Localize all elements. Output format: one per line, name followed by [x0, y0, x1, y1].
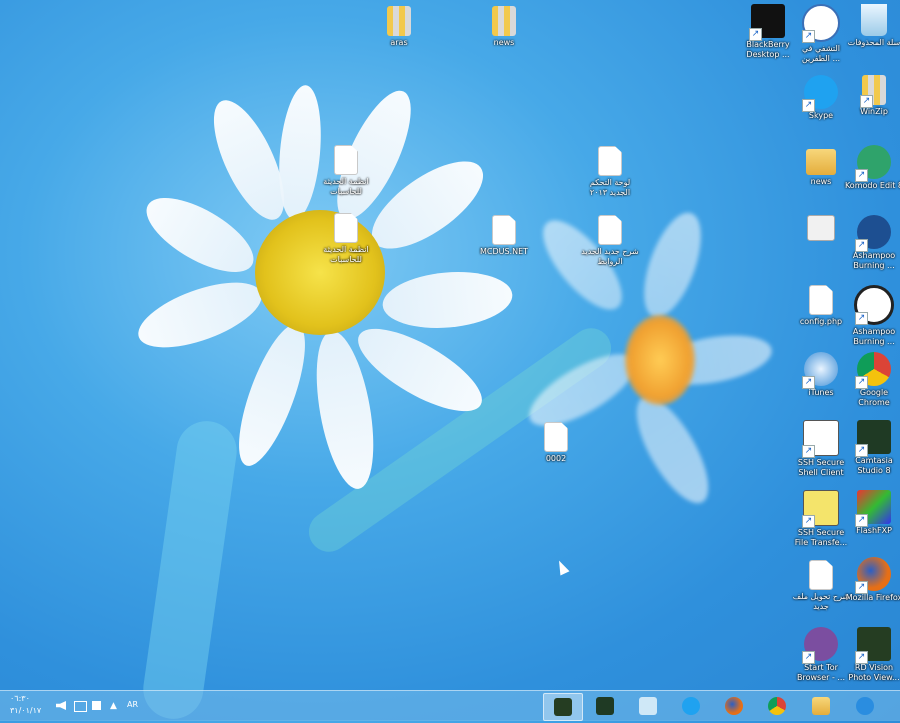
rdvision-icon — [554, 698, 572, 716]
taskbar-explorer-button[interactable] — [802, 693, 840, 719]
mcdus-icon[interactable]: MCDUS.NET — [473, 215, 535, 257]
zip-glyph — [492, 6, 516, 36]
notepad-icon — [639, 697, 657, 715]
taskbar-firefox-button[interactable] — [715, 693, 753, 719]
winzip-icon[interactable]: WinZip — [843, 75, 900, 117]
icon-label: لوحة التحكم الجديد ٢٠١٣ — [589, 178, 631, 197]
icon-label: news — [493, 38, 515, 47]
taskbar: ٠٦:٣٠ ٣١/٠١/١٧ ▲ AR — [0, 690, 900, 721]
recycle-bin-glyph — [861, 4, 887, 36]
arabic-shortcut-glyph — [802, 4, 840, 43]
icon-label: Mozilla Firefox — [845, 593, 900, 602]
ssh-client-glyph — [802, 420, 839, 458]
document-glyph — [492, 215, 516, 245]
language-indicator[interactable]: AR — [127, 700, 138, 709]
icon-label: aras — [390, 38, 408, 47]
icon-label: RD Vision Photo View... — [848, 663, 900, 682]
camtasia-glyph — [855, 420, 891, 457]
doc-arabic-1-icon[interactable]: انظمة الحديثة للحاسبات — [315, 145, 377, 197]
chrome-icon — [768, 697, 786, 715]
icon-label: Google Chrome — [858, 388, 890, 407]
folder-icon — [812, 697, 830, 715]
wallpaper — [0, 0, 900, 723]
rdvision-glyph — [855, 627, 891, 664]
doc-arabic-4-icon[interactable]: شرح جديد الجديد الروابط — [579, 215, 641, 267]
tor-glyph — [802, 627, 838, 664]
news-zip-icon[interactable]: news — [473, 6, 535, 48]
taskbar-camtasia-button[interactable] — [586, 693, 624, 719]
clock-date[interactable]: ٣١/٠١/١٧ — [10, 706, 41, 715]
komodo-icon[interactable]: Komodo Edit 8 — [843, 145, 900, 191]
icon-label: MCDUS.NET — [479, 247, 529, 256]
text-file-glyph — [807, 215, 835, 241]
document-glyph — [809, 560, 833, 590]
taskbar-notepad-button[interactable] — [629, 693, 667, 719]
icon-label: انظمة الحديثة للحاسبات — [323, 245, 369, 264]
camtasia-icon — [596, 697, 614, 715]
icon-label: Ashampoo Burning ... — [852, 327, 896, 346]
icon-label: Ashampoo Burning ... — [852, 251, 896, 270]
taskbar-skype-button[interactable] — [672, 693, 710, 719]
firefox-glyph — [855, 557, 891, 594]
chrome-icon[interactable]: Google Chrome — [843, 352, 900, 408]
icon-label: Camtasia Studio 8 — [855, 456, 893, 475]
volume-icon[interactable] — [56, 701, 66, 710]
itunes-glyph — [802, 352, 838, 389]
network-icon[interactable] — [74, 701, 87, 712]
document-glyph — [598, 215, 622, 245]
taskbar-rdvision-button[interactable] — [543, 693, 583, 721]
document-glyph — [598, 146, 622, 176]
rdvision-icon[interactable]: RD Vision Photo View... — [843, 627, 900, 683]
icon-label: شرح جديد الجديد الروابط — [581, 247, 639, 266]
icon-label: Komodo Edit 8 — [844, 181, 900, 190]
zip-glyph — [387, 6, 411, 36]
action-center-icon[interactable] — [92, 701, 101, 710]
document-glyph — [809, 285, 833, 315]
clock-time[interactable]: ٠٦:٣٠ — [10, 694, 30, 703]
ashampoo-12-icon[interactable]: Ashampoo Burning ... — [843, 285, 900, 347]
blackberry-glyph — [749, 4, 785, 41]
show-hidden-icons-icon[interactable]: ▲ — [110, 701, 117, 711]
camtasia-icon[interactable]: Camtasia Studio 8 — [843, 420, 900, 476]
flashfxp-glyph — [855, 490, 891, 527]
winzip-glyph — [860, 75, 886, 108]
folder-glyph — [806, 149, 836, 175]
doc-arabic-3-icon[interactable]: لوحة التحكم الجديد ٢٠١٣ — [579, 146, 641, 198]
icon-label: 0002 — [545, 454, 567, 463]
flashfxp-icon[interactable]: FlashFXP — [843, 490, 900, 536]
document-glyph — [544, 422, 568, 452]
internet-explorer-icon — [856, 697, 874, 715]
skype-icon — [682, 697, 700, 715]
doc-arabic-2-icon[interactable]: انظمة الحديثة للحاسبات — [315, 213, 377, 265]
ashampoo-icon[interactable]: Ashampoo Burning ... — [843, 215, 900, 271]
firefox-icon — [725, 697, 743, 715]
ashampoo-glyph — [855, 215, 891, 252]
icon-label: FlashFXP — [856, 526, 892, 535]
document-glyph — [334, 145, 358, 175]
doc-0002-icon[interactable]: 0002 — [525, 422, 587, 464]
chrome-glyph — [855, 352, 891, 389]
firefox-icon[interactable]: Mozilla Firefox — [843, 557, 900, 603]
taskbar-ie-button[interactable] — [846, 693, 884, 719]
ssh-transfer-glyph — [802, 490, 839, 528]
icon-label: التشفي في الطفرين ... — [801, 44, 841, 63]
icon-label: انظمة الحديثة للحاسبات — [323, 177, 369, 196]
skype-glyph — [802, 75, 838, 112]
taskbar-chrome-button[interactable] — [758, 693, 796, 719]
ashampoo-12-glyph — [854, 285, 894, 325]
document-glyph — [334, 213, 358, 243]
komodo-glyph — [855, 145, 891, 182]
arabic-shortcut-icon[interactable]: التشفي في الطفرين ... — [790, 4, 852, 64]
aras-zip-icon[interactable]: aras — [368, 6, 430, 48]
icon-label: WinZip — [860, 107, 888, 116]
